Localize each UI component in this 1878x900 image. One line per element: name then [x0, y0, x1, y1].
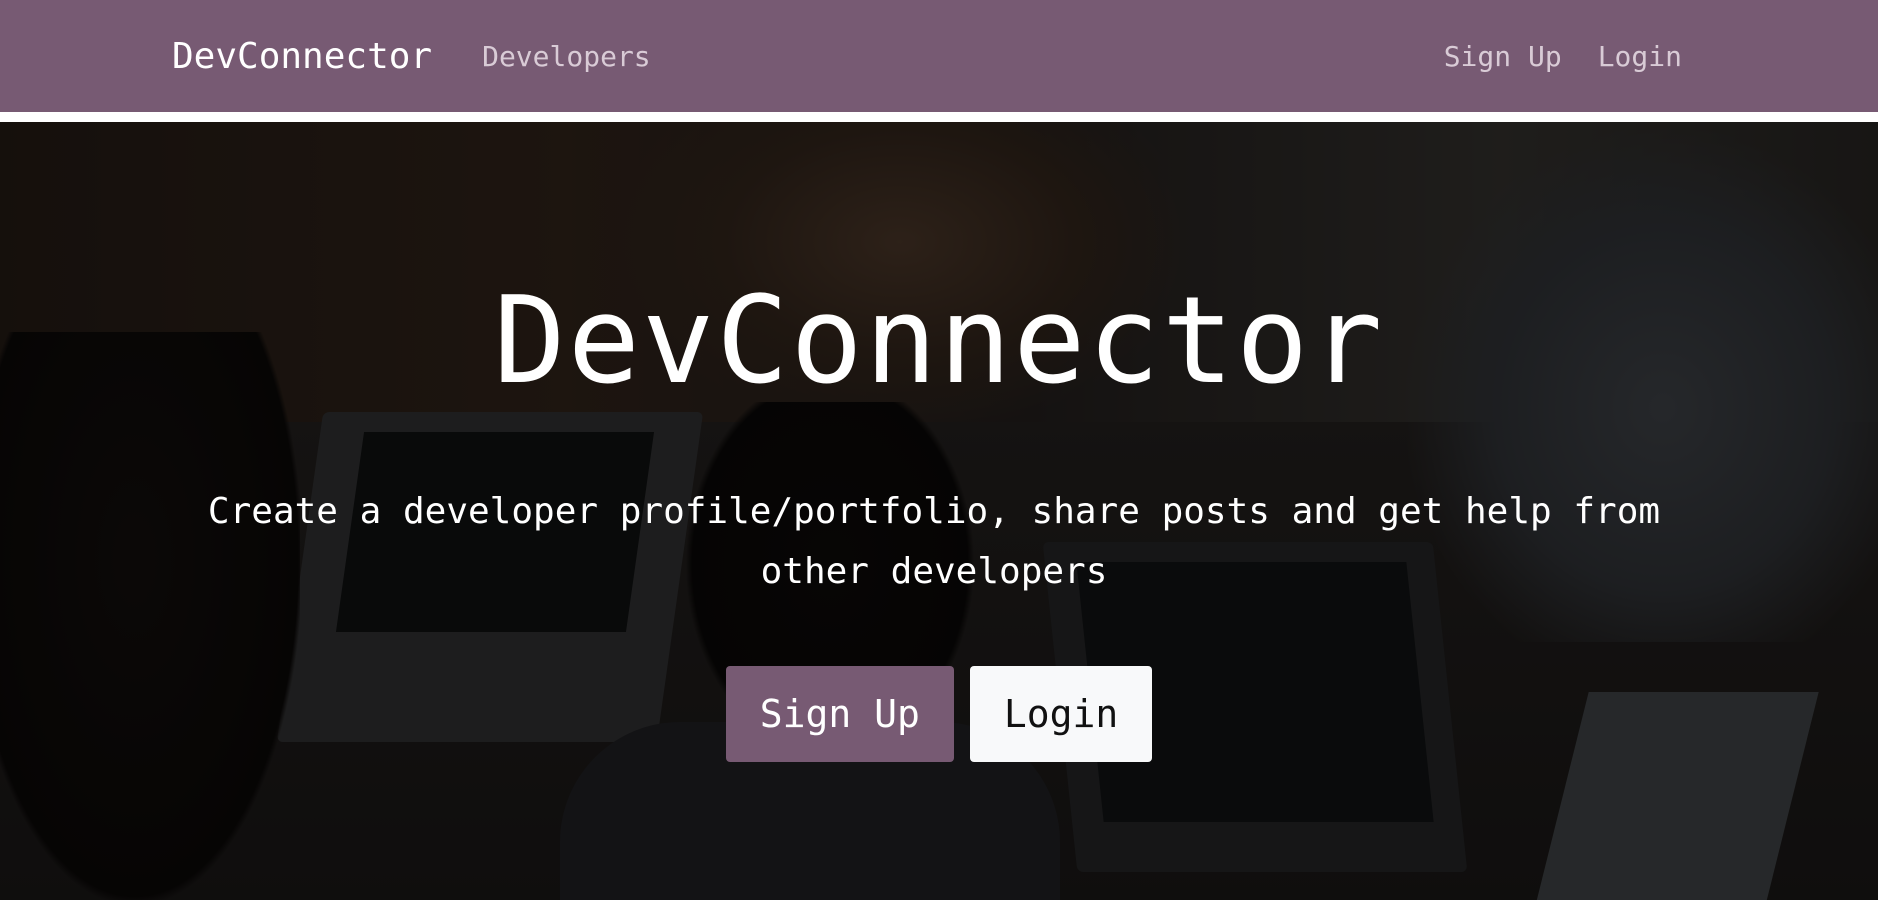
hero-content: DevConnector Create a developer profile/…	[0, 122, 1878, 900]
hero-title: DevConnector	[493, 272, 1385, 411]
nav-link-developers[interactable]: Developers	[482, 40, 651, 73]
nav-link-login[interactable]: Login	[1598, 40, 1682, 73]
sign-up-button[interactable]: Sign Up	[725, 666, 954, 762]
hero-landing: DevConnector Create a developer profile/…	[0, 122, 1878, 900]
navbar-right-links: Sign Up Login	[1444, 40, 1682, 73]
top-navbar: DevConnector Developers Sign Up Login	[0, 0, 1878, 112]
navbar-inner: DevConnector Developers Sign Up Login	[172, 0, 1682, 112]
brand-logo-link[interactable]: DevConnector	[172, 36, 432, 77]
hero-subtitle: Create a developer profile/portfolio, sh…	[207, 491, 1661, 592]
navbar-divider	[0, 112, 1878, 122]
hero-buttons: Sign Up Login	[0, 666, 1878, 762]
nav-link-sign-up[interactable]: Sign Up	[1444, 40, 1562, 73]
login-button[interactable]: Login	[969, 666, 1153, 762]
